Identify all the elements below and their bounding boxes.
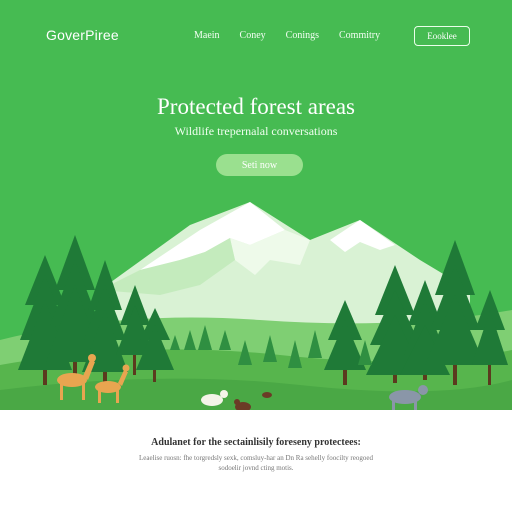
- nav-link-1[interactable]: Maein: [194, 30, 220, 41]
- nav-links: Maein Coney Conings Commitry: [194, 30, 400, 41]
- nav-link-2[interactable]: Coney: [240, 30, 266, 41]
- forest-illustration: [0, 202, 512, 410]
- hero-section: GoverPiree Maein Coney Conings Commitry …: [0, 0, 512, 410]
- nav-link-3[interactable]: Conings: [286, 30, 319, 41]
- site-logo[interactable]: GoverPiree: [46, 27, 119, 43]
- footer-title: Adulanet for the sectainlisily foreseny …: [151, 437, 361, 448]
- nav-action-button[interactable]: Eooklee: [414, 26, 470, 46]
- footer-description: Leaelise ruosn: fhe torgredsly sexk, com…: [139, 454, 373, 472]
- hero-cta-button[interactable]: Seti now: [216, 154, 303, 176]
- hero-headline: Protected forest areas: [157, 94, 355, 119]
- bird-icon: [262, 392, 272, 398]
- nav-link-4[interactable]: Commitry: [339, 30, 380, 41]
- hero-subheadline: Wildlife trepernalal conversations: [174, 124, 338, 138]
- top-navigation: GoverPiree Maein Coney Conings Commitry …: [0, 0, 512, 70]
